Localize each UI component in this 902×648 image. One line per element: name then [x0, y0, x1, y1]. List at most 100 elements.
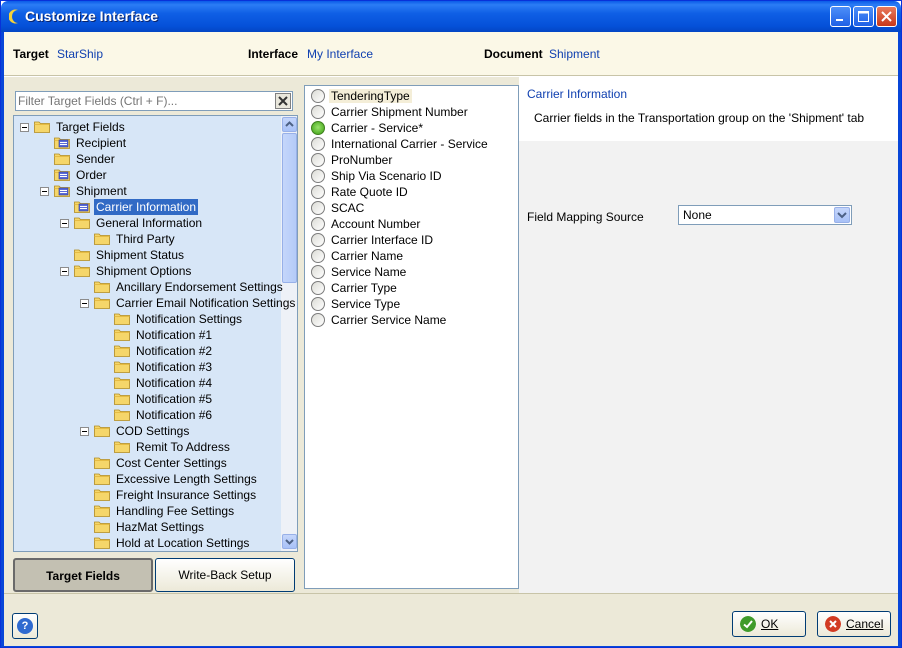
tree-item-label: Target Fields	[56, 120, 125, 134]
maximize-button[interactable]	[853, 6, 874, 27]
collapse-toggle-icon[interactable]	[20, 123, 29, 132]
filter-box	[15, 91, 293, 111]
tree-item-label: Order	[76, 168, 107, 182]
tree-item-label: Hold at Location Settings	[116, 536, 250, 550]
left-panel: Target Fields Recipient Sender Order Shipmen…	[11, 85, 301, 593]
scroll-down-button[interactable]	[282, 534, 297, 549]
folder-icon	[94, 504, 110, 517]
collapse-toggle-icon[interactable]	[80, 427, 89, 436]
scroll-up-button[interactable]	[282, 117, 297, 132]
maximize-icon	[858, 11, 869, 22]
detail-description: Carrier fields in the Transportation gro…	[534, 111, 865, 125]
detail-panel: Carrier Information Carrier fields in th…	[519, 77, 898, 593]
tree-item-label: HazMat Settings	[116, 520, 205, 534]
clear-icon	[278, 96, 288, 106]
scroll-thumb[interactable]	[282, 133, 297, 283]
tree-item-label: COD Settings	[116, 424, 190, 438]
field-radio[interactable]	[311, 297, 325, 311]
field-item-label: Carrier Interface ID	[331, 233, 434, 247]
customize-interface-window: Customize Interface Target StarShip Inte…	[0, 0, 902, 648]
header-bar: Target StarShip Interface My Interface D…	[4, 32, 898, 76]
folder-icon	[114, 312, 130, 325]
field-radio[interactable]	[311, 137, 325, 151]
tab-write-back-setup[interactable]: Write-Back Setup	[155, 558, 295, 592]
interface-label: Interface	[248, 47, 299, 61]
filter-input[interactable]	[18, 94, 268, 108]
minimize-button[interactable]	[830, 6, 851, 27]
field-radio[interactable]	[311, 121, 325, 135]
field-radio[interactable]	[311, 169, 325, 183]
folder-icon	[94, 424, 110, 437]
document-value: Shipment	[549, 47, 600, 61]
folder-icon	[94, 520, 110, 533]
field-item-label: ProNumber	[331, 153, 393, 167]
folder-icon	[94, 280, 110, 293]
tree-item-label: Shipment Status	[96, 248, 185, 262]
cancel-label: Cancel	[846, 617, 884, 631]
window-title: Customize Interface	[25, 8, 159, 24]
tree-item-label: Notification #4	[136, 376, 213, 390]
field-radio[interactable]	[311, 233, 325, 247]
field-radio[interactable]	[311, 185, 325, 199]
minimize-icon	[836, 19, 843, 21]
collapse-toggle-icon[interactable]	[60, 267, 69, 276]
field-item-label: International Carrier - Service	[331, 137, 488, 151]
field-radio[interactable]	[311, 281, 325, 295]
tree-item-label: Third Party	[116, 232, 175, 246]
tree-item-label: Notification #1	[136, 328, 213, 342]
close-button[interactable]	[876, 6, 897, 27]
tree-item-label: Remit To Address	[136, 440, 230, 454]
help-icon: ?	[17, 618, 33, 634]
tree-item-label: Ancillary Endorsement Settings	[116, 280, 283, 294]
tree-item-label: Sender	[76, 152, 115, 166]
collapse-toggle-icon[interactable]	[60, 219, 69, 228]
field-radio[interactable]	[311, 201, 325, 215]
folder-table-icon	[54, 136, 70, 149]
tree-scrollbar[interactable]	[280, 116, 297, 551]
field-item-label: Carrier Shipment Number	[331, 105, 468, 119]
interface-value: My Interface	[307, 47, 374, 61]
tree-item-label: Notification Settings	[136, 312, 243, 326]
ok-button[interactable]: OK	[732, 611, 806, 637]
folder-icon	[94, 488, 110, 501]
tree-item-label: Excessive Length Settings	[116, 472, 257, 486]
folder-icon	[114, 376, 130, 389]
cancel-button[interactable]: Cancel	[817, 611, 891, 637]
ok-label: OK	[761, 617, 779, 631]
field-radio[interactable]	[311, 265, 325, 279]
field-item-label: Carrier Type	[331, 281, 397, 295]
folder-icon	[114, 408, 130, 421]
field-radio[interactable]	[311, 89, 325, 103]
field-radio[interactable]	[311, 217, 325, 231]
help-button[interactable]: ?	[12, 613, 38, 639]
dropdown-button[interactable]	[834, 207, 850, 223]
title-bar[interactable]: Customize Interface	[1, 1, 901, 32]
target-fields-tree[interactable]: Target Fields Recipient Sender Order Shipmen…	[13, 115, 298, 552]
field-item-label: SCAC	[331, 201, 365, 215]
tree-item-label: Freight Insurance Settings	[116, 488, 257, 502]
chevron-up-icon	[285, 121, 294, 127]
tree-item-label: Shipment Options	[96, 264, 192, 278]
tree-item-label: Handling Fee Settings	[116, 504, 235, 518]
tab-target-fields[interactable]: Target Fields	[13, 558, 153, 592]
collapse-toggle-icon[interactable]	[80, 299, 89, 308]
tree-item-label: Notification #6	[136, 408, 213, 422]
collapse-toggle-icon[interactable]	[40, 187, 49, 196]
field-mapping-source-value: None	[683, 208, 712, 222]
field-radio[interactable]	[311, 313, 325, 327]
field-radio[interactable]	[311, 153, 325, 167]
field-mapping-source-select[interactable]: None	[678, 205, 852, 225]
tree-item-label: Recipient	[76, 136, 127, 150]
chevron-down-icon	[285, 539, 294, 545]
folder-icon	[54, 152, 70, 165]
folder-icon	[94, 472, 110, 485]
field-item-label: Carrier Name	[331, 249, 404, 263]
folder-icon	[74, 264, 90, 277]
field-radio[interactable]	[311, 105, 325, 119]
clear-filter-button[interactable]	[275, 93, 291, 109]
cancel-icon	[825, 616, 841, 632]
field-mapping-source-label: Field Mapping Source	[527, 210, 644, 224]
tree-item-label: Notification #5	[136, 392, 213, 406]
tree-item-label: Carrier Information	[94, 199, 199, 215]
field-radio[interactable]	[311, 249, 325, 263]
